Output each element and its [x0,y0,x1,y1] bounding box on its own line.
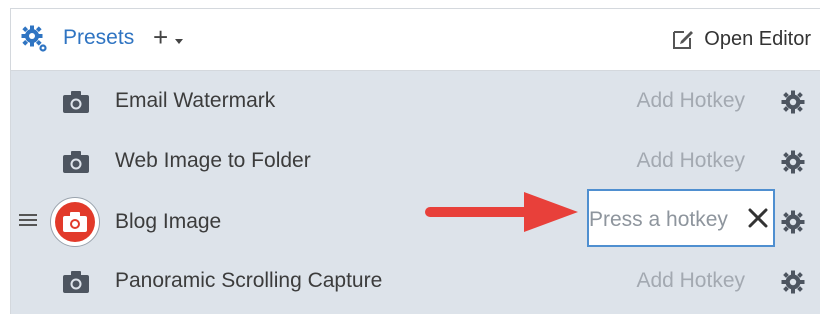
preset-row[interactable]: Panoramic Scrolling Capture Add Hotkey [11,252,820,312]
add-hotkey-link[interactable]: Add Hotkey [636,149,745,173]
presets-label[interactable]: Presets [63,26,134,50]
camera-icon [63,151,89,173]
preset-row-selected[interactable]: Blog Image Press a hotkey [11,189,820,249]
hotkey-placeholder: Press a hotkey [589,208,728,231]
presets-panel: Presets + Open Editor Email Watermark Ad… [10,8,820,314]
drag-handle-icon[interactable] [19,214,37,226]
camera-icon [63,91,89,113]
camera-icon [63,212,87,232]
open-editor-label: Open Editor [704,27,811,50]
preset-name: Web Image to Folder [115,149,311,172]
camera-icon [63,271,89,293]
chevron-down-icon [175,39,183,44]
presets-header: Presets + Open Editor [11,9,820,71]
preset-name: Blog Image [115,210,222,233]
arrow-right-icon [425,192,578,232]
gear-icon[interactable] [781,210,805,234]
selected-preset-badge [50,197,100,247]
gear-icon[interactable] [781,150,805,174]
plus-icon: + [153,22,169,52]
gear-icon[interactable] [781,270,805,294]
preset-row[interactable]: Web Image to Folder Add Hotkey [11,132,820,192]
add-preset-button[interactable]: + [153,21,193,55]
hotkey-input[interactable]: Press a hotkey [587,189,775,247]
close-icon[interactable] [747,207,769,229]
gears-icon[interactable] [21,25,49,53]
open-editor-button[interactable]: Open Editor [671,23,811,55]
add-hotkey-link[interactable]: Add Hotkey [636,89,745,113]
add-hotkey-link[interactable]: Add Hotkey [636,269,745,293]
gear-icon[interactable] [781,90,805,114]
preset-row[interactable]: Email Watermark Add Hotkey [11,72,820,132]
edit-icon [673,31,694,49]
preset-name: Panoramic Scrolling Capture [115,269,383,292]
preset-name: Email Watermark [115,89,276,112]
